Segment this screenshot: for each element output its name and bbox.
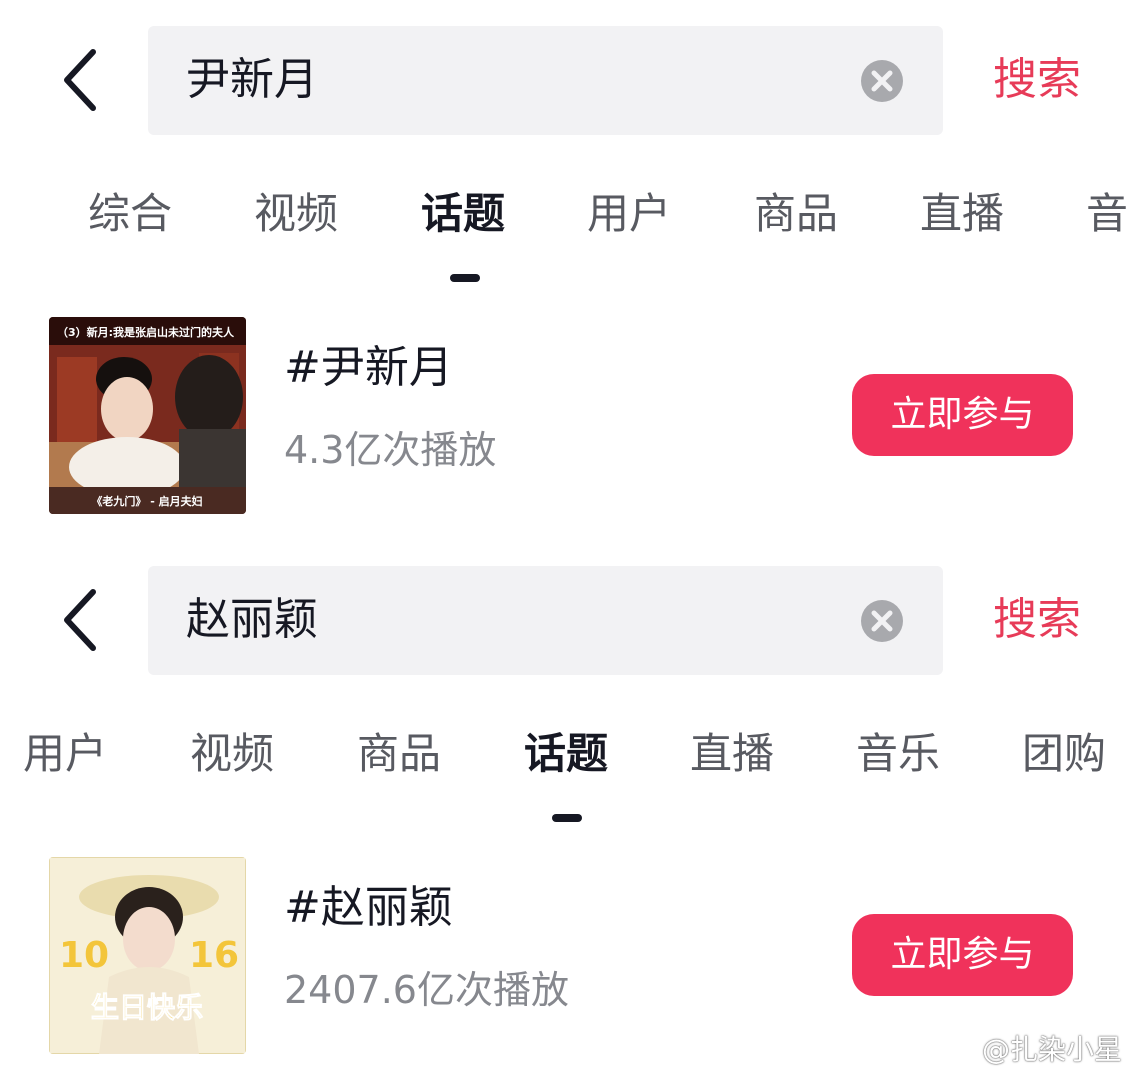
back-button[interactable] <box>55 48 111 112</box>
tab-topics[interactable]: 话题 <box>524 726 608 782</box>
search-panel-2: 赵丽颖 搜索 用户 视频 商品 话题 直播 音乐 团购 10 16 生日快乐 #… <box>0 540 1134 1080</box>
tab-music[interactable]: 音乐 <box>856 726 940 782</box>
active-tab-indicator <box>552 814 582 822</box>
tab-topics[interactable]: 话题 <box>421 186 505 242</box>
topic-thumbnail: 10 16 生日快乐 <box>49 857 246 1054</box>
tab-live[interactable]: 直播 <box>690 726 774 782</box>
tab-group-buy[interactable]: 团购 <box>1022 726 1106 782</box>
topic-title: #赵丽颖 <box>284 882 453 933</box>
back-arrow-icon <box>64 49 96 111</box>
thumbnail-caption-top: （3）新月:我是张启山未过门的夫人 <box>57 325 235 339</box>
clear-button[interactable] <box>860 59 904 103</box>
clear-icon <box>861 60 903 102</box>
topic-thumbnail: （3）新月:我是张启山未过门的夫人 《老九门》 - 启月夫妇 <box>49 317 246 514</box>
tab-products[interactable]: 商品 <box>754 186 838 242</box>
tab-bar: 综合 视频 话题 用户 商品 直播 音 <box>0 186 1134 296</box>
thumbnail-caption-bottom: 《老九门》 - 启月夫妇 <box>91 494 202 508</box>
search-input[interactable]: 尹新月 <box>148 26 943 135</box>
watermark: @扎染小星 <box>936 1032 1122 1068</box>
search-query: 赵丽颖 <box>186 594 318 645</box>
topic-title: #尹新月 <box>284 342 453 393</box>
thumbnail-text-right: 16 <box>189 935 239 976</box>
topic-result[interactable]: 10 16 生日快乐 #赵丽颖 2407.6亿次播放 立即参与 <box>0 856 1134 1056</box>
tab-videos[interactable]: 视频 <box>254 186 338 242</box>
tab-products[interactable]: 商品 <box>357 726 441 782</box>
clear-icon <box>861 600 903 642</box>
search-button[interactable]: 搜索 <box>993 52 1081 108</box>
tab-bar: 用户 视频 商品 话题 直播 音乐 团购 <box>0 726 1134 836</box>
tab-music[interactable]: 音 <box>1086 186 1128 242</box>
topic-play-count: 4.3亿次播放 <box>284 428 497 472</box>
tab-users[interactable]: 用户 <box>23 726 107 782</box>
watermark-text: @扎染小星 <box>981 1033 1122 1066</box>
clear-button[interactable] <box>860 599 904 643</box>
search-button[interactable]: 搜索 <box>993 592 1081 648</box>
back-button[interactable] <box>55 588 111 652</box>
search-input[interactable]: 赵丽颖 <box>148 566 943 675</box>
tab-live[interactable]: 直播 <box>920 186 1004 242</box>
join-topic-button[interactable]: 立即参与 <box>852 914 1073 996</box>
tab-users[interactable]: 用户 <box>587 186 671 242</box>
search-panel-1: 尹新月 搜索 综合 视频 话题 用户 商品 直播 音 （3）新月:我是张启山未过… <box>0 0 1134 540</box>
topic-play-count: 2407.6亿次播放 <box>284 968 569 1012</box>
tab-general[interactable]: 综合 <box>88 186 172 242</box>
active-tab-indicator <box>450 274 480 282</box>
tab-videos[interactable]: 视频 <box>190 726 274 782</box>
back-arrow-icon <box>64 589 96 651</box>
search-query: 尹新月 <box>186 54 318 105</box>
join-topic-button[interactable]: 立即参与 <box>852 374 1073 456</box>
thumbnail-text-left: 10 <box>59 935 109 976</box>
thumbnail-text-banner: 生日快乐 <box>91 991 203 1024</box>
topic-result[interactable]: （3）新月:我是张启山未过门的夫人 《老九门》 - 启月夫妇 #尹新月 4.3亿… <box>0 316 1134 516</box>
weibo-icon <box>936 1038 973 1066</box>
